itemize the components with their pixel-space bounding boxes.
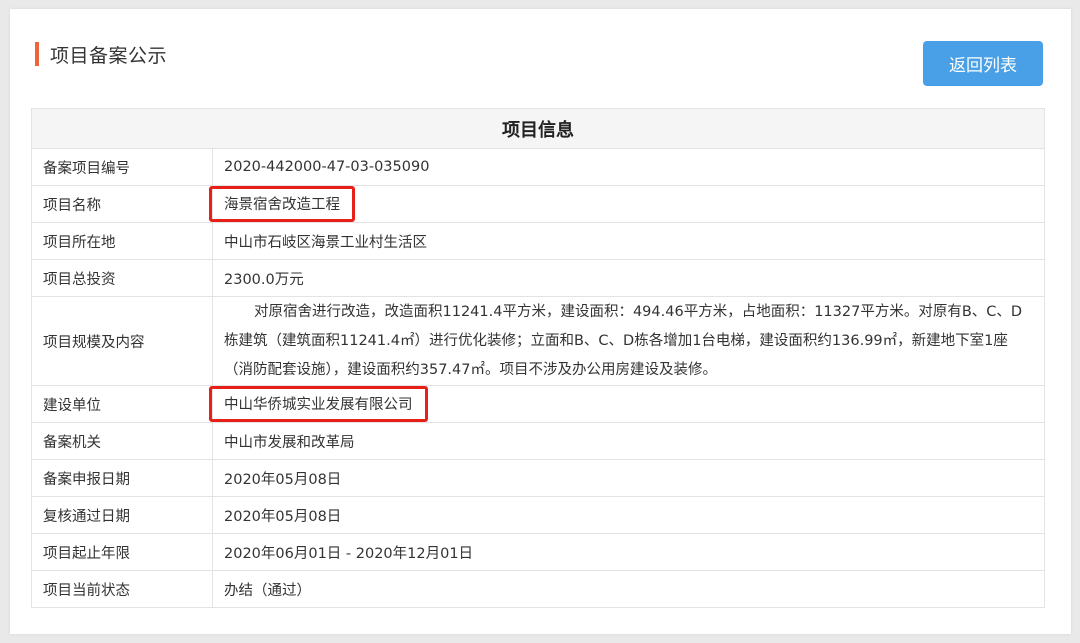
row-label: 备案项目编号 xyxy=(31,148,213,186)
row-value: 2300.0万元 xyxy=(212,259,1045,297)
row-label: 项目规模及内容 xyxy=(31,296,213,386)
table-heading: 项目信息 xyxy=(31,108,1045,149)
table-row: 项目当前状态 办结（通过） xyxy=(31,570,1045,608)
table-row: 项目名称 海景宿舍改造工程 xyxy=(31,185,1045,223)
table-row: 复核通过日期 2020年05月08日 xyxy=(31,496,1045,534)
back-to-list-button[interactable]: 返回列表 xyxy=(923,41,1043,86)
row-label: 备案机关 xyxy=(31,422,213,460)
project-info-table: 项目信息 备案项目编号 2020-442000-47-03-035090 项目名… xyxy=(31,108,1045,608)
row-value: 2020年06月01日 - 2020年12月01日 xyxy=(212,533,1045,571)
table-row: 项目起止年限 2020年06月01日 - 2020年12月01日 xyxy=(31,533,1045,571)
project-scope-text: 对原宿舍进行改造，改造面积11241.4平方米，建设面积：494.46平方米，占… xyxy=(224,303,1023,378)
row-value-cell: 海景宿舍改造工程 xyxy=(209,185,1045,223)
title-accent-bar xyxy=(35,42,39,66)
table-row: 项目总投资 2300.0万元 xyxy=(31,259,1045,297)
row-value: 办结（通过） xyxy=(212,570,1045,608)
row-label: 建设单位 xyxy=(31,385,213,423)
row-value: 2020年05月08日 xyxy=(212,496,1045,534)
row-value: 2020年05月08日 xyxy=(212,459,1045,497)
page-header: 项目备案公示 xyxy=(35,42,168,67)
row-value: 中山市发展和改革局 xyxy=(212,422,1045,460)
row-label: 项目所在地 xyxy=(31,222,213,260)
table-row: 建设单位 中山华侨城实业发展有限公司 xyxy=(31,385,1045,423)
table-row: 项目所在地 中山市石岐区海景工业村生活区 xyxy=(31,222,1045,260)
row-label: 备案申报日期 xyxy=(31,459,213,497)
row-value-cell: 对原宿舍进行改造，改造面积11241.4平方米，建设面积：494.46平方米，占… xyxy=(212,296,1045,386)
table-row: 备案项目编号 2020-442000-47-03-035090 xyxy=(31,148,1045,186)
row-label: 项目当前状态 xyxy=(31,570,213,608)
row-label: 项目名称 xyxy=(31,185,213,223)
row-value-cell: 中山华侨城实业发展有限公司 xyxy=(209,385,1045,423)
content-card: 项目备案公示 返回列表 项目信息 备案项目编号 2020-442000-47-0… xyxy=(10,9,1071,634)
page-title: 项目备案公示 xyxy=(50,44,168,67)
highlighted-developer-name: 中山华侨城实业发展有限公司 xyxy=(209,386,428,422)
highlighted-project-name: 海景宿舍改造工程 xyxy=(209,186,355,222)
table-row: 项目规模及内容 对原宿舍进行改造，改造面积11241.4平方米，建设面积：494… xyxy=(31,296,1045,386)
row-label: 项目起止年限 xyxy=(31,533,213,571)
row-value: 2020-442000-47-03-035090 xyxy=(212,148,1045,186)
row-label: 复核通过日期 xyxy=(31,496,213,534)
table-row: 备案申报日期 2020年05月08日 xyxy=(31,459,1045,497)
table-row: 备案机关 中山市发展和改革局 xyxy=(31,422,1045,460)
row-label: 项目总投资 xyxy=(31,259,213,297)
table-header-row: 项目信息 xyxy=(31,108,1045,149)
row-value: 中山市石岐区海景工业村生活区 xyxy=(212,222,1045,260)
